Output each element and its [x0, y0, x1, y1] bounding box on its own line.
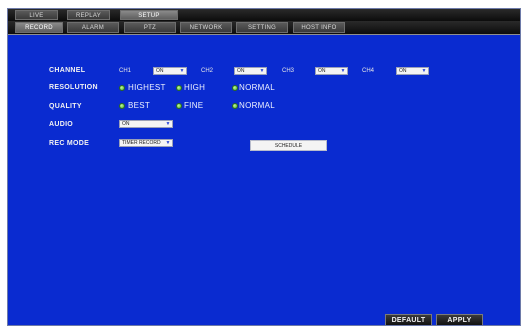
resolution-normal-label: NORMAL	[239, 83, 276, 92]
subtab-network[interactable]: NETWORK	[180, 22, 232, 33]
ch3-select[interactable]: ON ▼	[315, 67, 348, 75]
chevron-down-icon: ▼	[259, 68, 265, 74]
chevron-down-icon: ▼	[340, 68, 346, 74]
dvr-setup-window: LIVE REPLAY SETUP RECORD ALARM PTZ NETWO…	[7, 8, 521, 326]
chevron-down-icon: ▼	[179, 68, 185, 74]
subtab-setting[interactable]: SETTING	[236, 22, 288, 33]
default-button[interactable]: DEFAULT	[385, 314, 432, 325]
resolution-normal-radio[interactable]	[232, 85, 238, 91]
quality-best-radio[interactable]	[119, 103, 125, 109]
resolution-high-radio[interactable]	[176, 85, 182, 91]
resolution-label: RESOLUTION	[49, 84, 98, 91]
tab-live[interactable]: LIVE	[15, 10, 58, 20]
subtab-record[interactable]: RECORD	[15, 22, 63, 33]
ch2-select[interactable]: ON ▼	[234, 67, 267, 75]
main-tab-bar: LIVE REPLAY SETUP	[8, 9, 520, 21]
tab-setup[interactable]: SETUP	[120, 10, 178, 20]
chevron-down-icon: ▼	[165, 140, 171, 146]
quality-label: QUALITY	[49, 103, 82, 110]
ch1-select[interactable]: ON ▼	[153, 67, 187, 75]
subtab-ptz[interactable]: PTZ	[124, 22, 176, 33]
ch2-label: CH2	[201, 68, 214, 74]
ch4-label: CH4	[362, 68, 375, 74]
rec-mode-label: REC MODE	[49, 140, 90, 147]
audio-label: AUDIO	[49, 121, 74, 128]
channel-label: CHANNEL	[49, 67, 86, 74]
tab-replay[interactable]: REPLAY	[67, 10, 110, 20]
ch4-select[interactable]: ON ▼	[396, 67, 429, 75]
quality-normal-radio[interactable]	[232, 103, 238, 109]
schedule-button[interactable]: SCHEDULE	[250, 140, 327, 151]
resolution-highest-radio[interactable]	[119, 85, 125, 91]
resolution-high-label: HIGH	[184, 83, 206, 92]
resolution-highest-label: HIGHEST	[128, 83, 166, 92]
audio-select[interactable]: ON ▼	[119, 120, 173, 128]
ch3-label: CH3	[282, 68, 295, 74]
quality-normal-label: NORMAL	[239, 101, 276, 110]
quality-fine-radio[interactable]	[176, 103, 182, 109]
ch1-label: CH1	[119, 68, 132, 74]
sub-tab-bar: RECORD ALARM PTZ NETWORK SETTING HOST IN…	[8, 21, 520, 35]
quality-fine-label: FINE	[184, 101, 204, 110]
chevron-down-icon: ▼	[165, 121, 171, 127]
subtab-host-info[interactable]: HOST INFO	[293, 22, 345, 33]
rec-mode-select[interactable]: TIMER RECORD ▼	[119, 139, 173, 147]
chevron-down-icon: ▼	[421, 68, 427, 74]
subtab-alarm[interactable]: ALARM	[67, 22, 119, 33]
apply-button[interactable]: APPLY	[436, 314, 483, 325]
quality-best-label: BEST	[128, 101, 151, 110]
